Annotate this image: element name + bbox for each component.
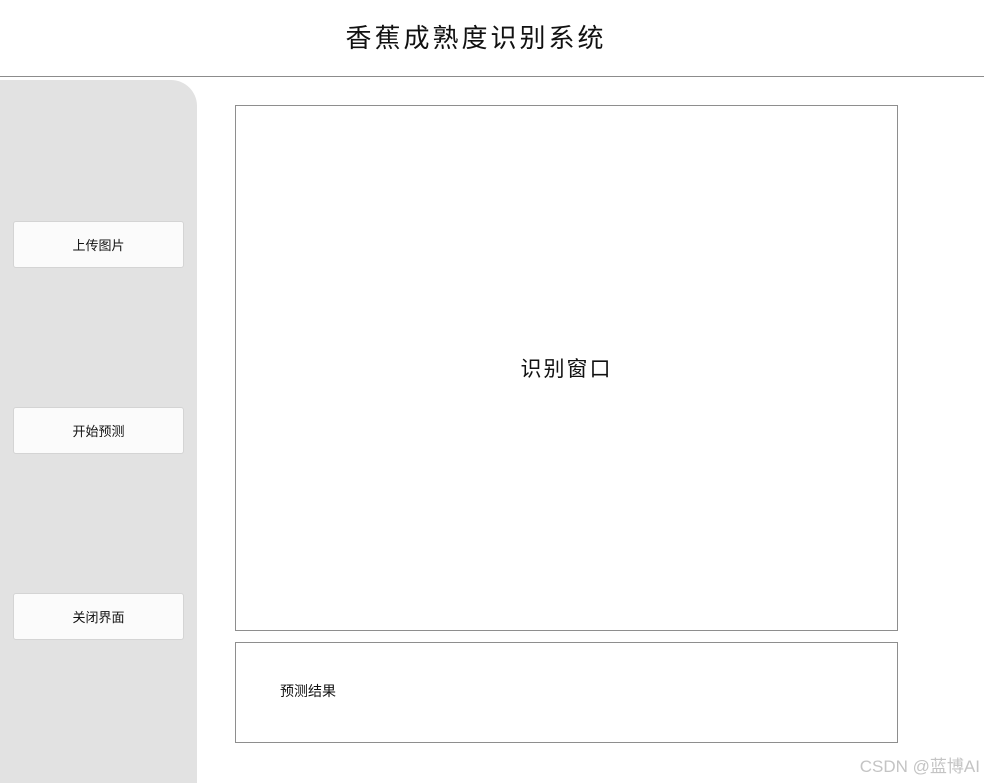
start-predict-button[interactable]: 开始预测 <box>13 407 184 454</box>
recognition-window: 识别窗口 <box>235 105 898 631</box>
close-window-button[interactable]: 关闭界面 <box>13 593 184 640</box>
watermark: CSDN @蓝博AI <box>859 757 980 776</box>
app-title: 香蕉成熟度识别系统 <box>345 24 607 54</box>
prediction-result-box: 预测结果 <box>235 642 898 743</box>
prediction-result-label: 预测结果 <box>280 684 336 700</box>
recognition-window-label: 识别窗口 <box>520 357 613 381</box>
upload-image-button[interactable]: 上传图片 <box>13 221 184 268</box>
sidebar: 上传图片 开始预测 关闭界面 <box>0 80 197 783</box>
header-bar: 香蕉成熟度识别系统 <box>0 0 984 77</box>
